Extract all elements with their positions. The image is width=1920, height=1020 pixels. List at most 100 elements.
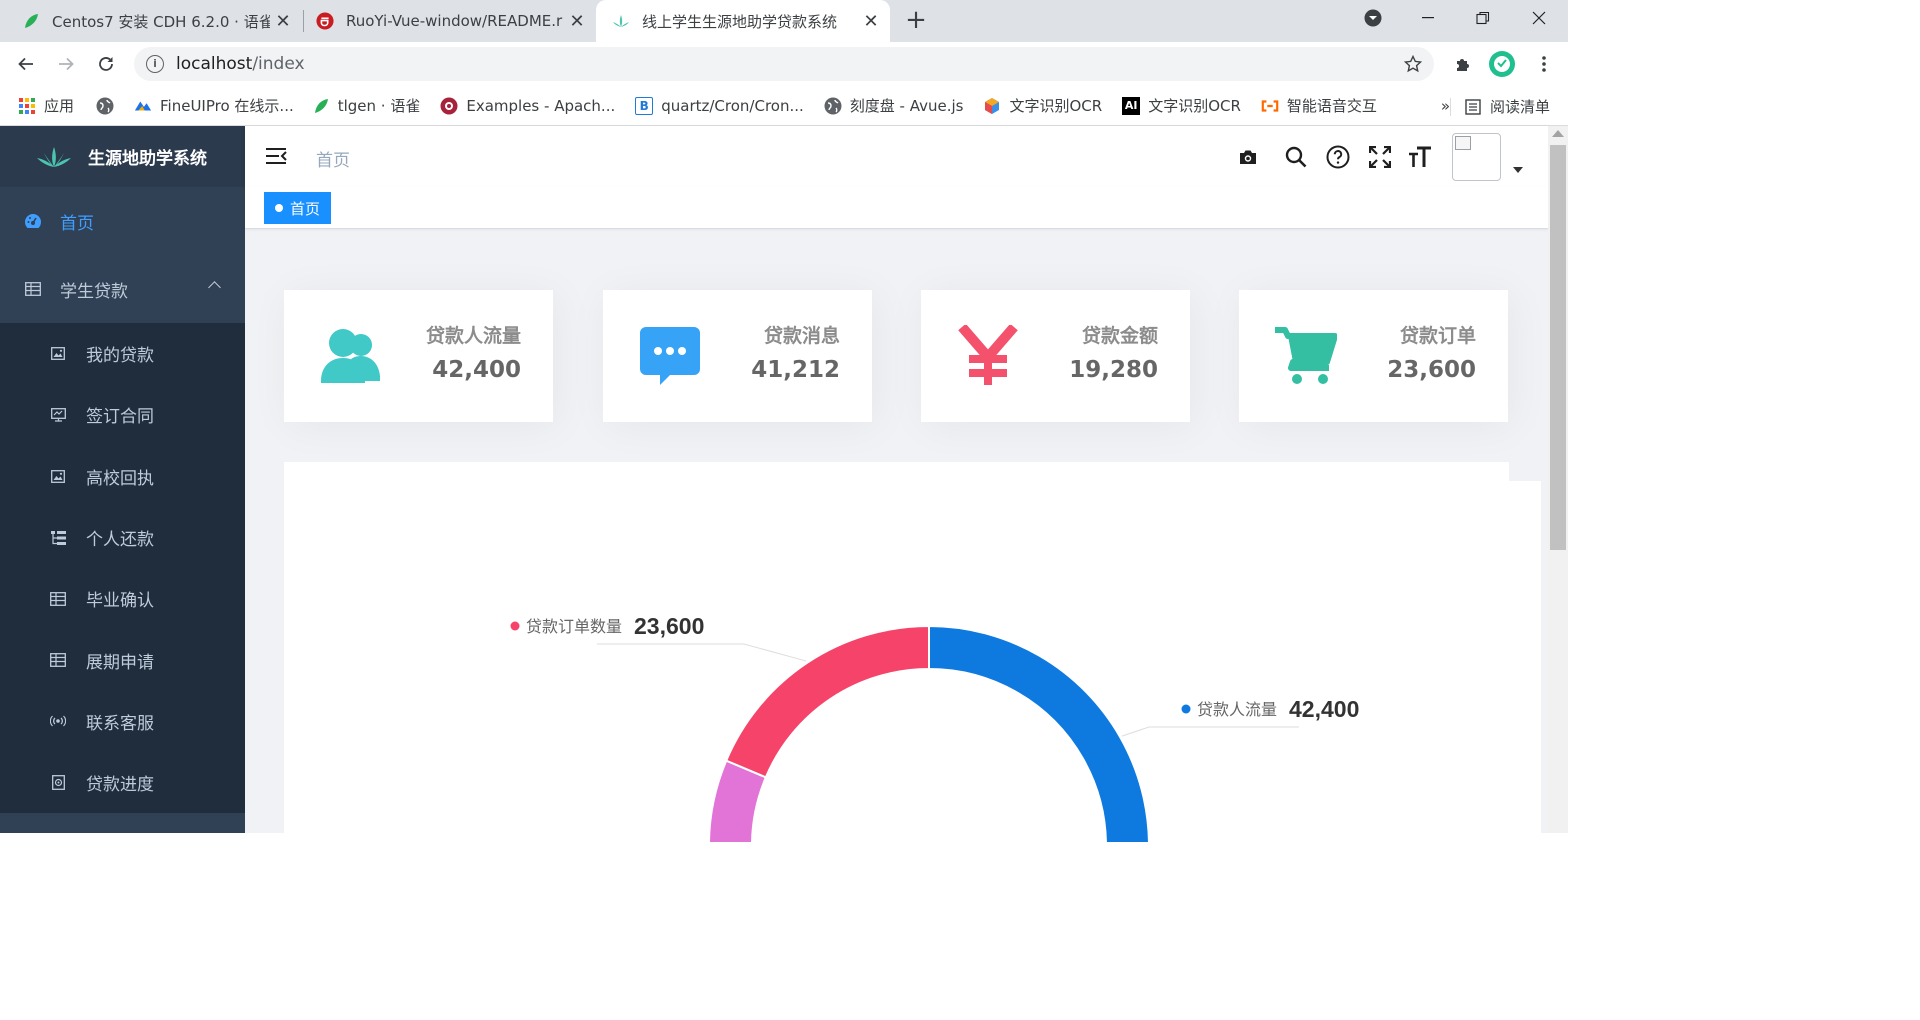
sidebar-item-label: 个人还款 [86, 525, 154, 550]
sidebar-item-label: 联系客服 [86, 709, 154, 734]
breadcrumb: 首页 [316, 146, 350, 171]
minimize-icon[interactable] [1402, 0, 1454, 36]
chevron-up-icon [208, 281, 221, 294]
sidebar-item-home[interactable]: 首页 [0, 187, 245, 255]
tree-list-icon [50, 530, 66, 546]
sidebar-item-college-receipt[interactable]: 高校回执 [0, 446, 245, 507]
user-avatar[interactable] [1452, 133, 1501, 181]
tags-view-bar: 首页 [245, 187, 1548, 229]
slice-label-name: 贷款订单数量 [526, 618, 622, 636]
pie-slice[interactable] [929, 626, 1149, 842]
sidebar-logo[interactable]: 生源地助学系统 [0, 126, 245, 187]
search-icon[interactable] [1283, 144, 1309, 170]
address-bar[interactable]: i localhost/index [134, 47, 1434, 81]
caret-down-icon[interactable] [1513, 167, 1523, 173]
fullscreen-icon[interactable] [1367, 144, 1393, 170]
close-tab-icon[interactable]: ✕ [270, 11, 296, 32]
browser-tab[interactable]: RuoYi-Vue-window/README.r ✕ [304, 0, 596, 42]
site-info-icon[interactable]: i [146, 55, 164, 73]
active-dot-icon [275, 204, 283, 212]
pie-slice[interactable] [726, 626, 929, 777]
bookmark-label: Examples - Apach... [466, 97, 615, 115]
bookmark-star-icon[interactable] [1404, 55, 1422, 77]
help-circle-icon[interactable] [1325, 144, 1351, 170]
tag-home[interactable]: 首页 [264, 192, 331, 224]
browser-tab[interactable]: Centos7 安装 CDH 6.2.0 · 语雀 ✕ [0, 0, 302, 42]
new-tab-button[interactable]: + [900, 6, 932, 36]
sidebar-toggle-icon[interactable] [265, 146, 287, 170]
sidebar-item-my-loan[interactable]: 我的贷款 [0, 323, 245, 384]
slice-label-name: 贷款人流量 [1197, 701, 1277, 719]
bookmark-voice[interactable]: 智能语音交互 [1261, 95, 1377, 116]
close-tab-icon[interactable]: ✕ [858, 11, 884, 32]
bookmark-label: tlgen · 语雀 [338, 95, 421, 116]
font-size-icon[interactable] [1407, 144, 1433, 170]
label-leader-line [597, 644, 806, 661]
slice-label-value: 23,600 [634, 613, 704, 639]
bookmark-ocr-1[interactable]: 文字识别OCR [983, 95, 1102, 116]
bookmark-quartz[interactable]: B quartz/Cron/Cron... [635, 97, 804, 115]
cube-icon [983, 97, 1001, 115]
sidebar-item-repayment[interactable]: 个人还款 [0, 507, 245, 568]
scroll-up-arrow-icon[interactable] [1552, 130, 1564, 137]
sidebar-item-label: 贷款进度 [86, 770, 154, 795]
scrollbar-thumb[interactable] [1550, 145, 1566, 550]
bookmark-fineui[interactable]: FineUIPro 在线示... [134, 95, 294, 116]
top-navbar: 首页 [245, 126, 1548, 187]
extensions-puzzle-icon[interactable] [1449, 50, 1477, 78]
browser-tab-active[interactable]: 线上学生生源地助学贷款系统 ✕ [596, 0, 890, 42]
bookmark-label: quartz/Cron/Cron... [661, 97, 804, 115]
sidebar-item-graduation[interactable]: 毕业确认 [0, 568, 245, 629]
chart-panel: 总量贷款人流量42,400贷款订单数量23,600 [284, 462, 1509, 842]
kebab-menu-icon[interactable] [1530, 50, 1558, 78]
bookmark-ocr-2[interactable]: AI 文字识别OCR [1122, 95, 1241, 116]
bookmark-apps[interactable]: 应用 [18, 95, 74, 116]
bracket-b-icon: B [635, 97, 653, 115]
bookmarks-bar: 应用 FineUIPro 在线示... tlgen · 语雀 Examples … [0, 86, 1568, 126]
bookmark-tlgen[interactable]: tlgen · 语雀 [312, 95, 421, 116]
bookmarks-overflow-button[interactable]: » [1441, 97, 1450, 115]
stat-card-visitors[interactable]: 贷款人流量 42,400 [284, 290, 553, 422]
chart-panel-edge [1509, 481, 1541, 841]
stat-card-messages[interactable]: 贷款消息 41,212 [603, 290, 872, 422]
bookmark-label: 文字识别OCR [1148, 95, 1241, 116]
monitor-icon [50, 407, 66, 423]
dashboard-icon [24, 212, 42, 230]
sidebar-item-label: 签订合同 [86, 402, 154, 427]
image-icon [50, 346, 66, 362]
stat-card-amount[interactable]: 贷款金额 19,280 [921, 290, 1190, 422]
back-arrow-icon[interactable] [12, 50, 40, 78]
app-root: 生源地助学系统 首页 学生贷款 我的贷款 [0, 126, 1568, 833]
bookmark-apache[interactable]: Examples - Apach... [440, 97, 615, 115]
profile-avatar-icon[interactable] [1488, 50, 1516, 78]
sidebar-item-extension[interactable]: 展期申请 [0, 629, 245, 690]
sidebar: 生源地助学系统 首页 学生贷款 我的贷款 [0, 126, 245, 833]
main-area: 首页 首页 [245, 126, 1548, 833]
legend-dot [511, 622, 520, 631]
sidebar-item-sign-contract[interactable]: 签订合同 [0, 384, 245, 445]
url-text: localhost/index [176, 54, 305, 74]
reading-list-button[interactable]: 阅读清单 [1464, 96, 1550, 117]
bookmark-label: 智能语音交互 [1287, 95, 1377, 116]
tab-title: 线上学生生源地助学贷款系统 [642, 11, 858, 32]
reload-icon[interactable] [92, 50, 120, 78]
sidebar-item-support[interactable]: 联系客服 [0, 691, 245, 752]
close-tab-icon[interactable]: ✕ [564, 11, 590, 32]
close-window-icon[interactable] [1513, 0, 1565, 36]
app-leaf-icon [612, 12, 630, 30]
camera-icon[interactable] [1235, 144, 1261, 170]
sidebar-item-label: 高校回执 [86, 464, 154, 489]
stat-card-orders[interactable]: 贷款订单 23,600 [1239, 290, 1508, 422]
apps-grid-icon [18, 97, 36, 115]
fineui-icon [134, 97, 152, 115]
forward-arrow-icon[interactable] [52, 50, 80, 78]
sidebar-group-student-loan[interactable]: 学生贷款 [0, 255, 245, 323]
bookmark-label: 应用 [44, 95, 74, 116]
restore-icon[interactable] [1457, 0, 1509, 36]
bookmark-globe[interactable] [96, 97, 122, 115]
sidebar-item-progress[interactable]: 贷款进度 [0, 752, 245, 813]
image-icon [50, 468, 66, 484]
tab-search-icon[interactable] [1347, 0, 1399, 36]
bookmark-avue[interactable]: 刻度盘 - Avue.js [824, 95, 964, 116]
cart-icon [1274, 324, 1338, 388]
